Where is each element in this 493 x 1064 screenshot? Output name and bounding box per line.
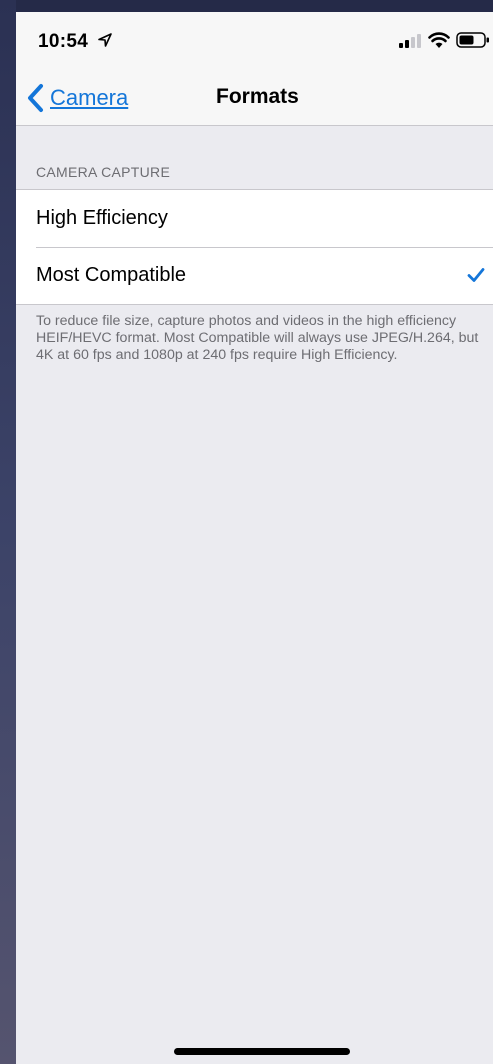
section-header: CAMERA CAPTURE: [36, 164, 171, 180]
battery-icon: [456, 32, 489, 48]
checkmark-icon: [467, 268, 485, 282]
location-arrow-icon: [98, 33, 112, 47]
chevron-left-icon: [28, 84, 43, 112]
option-most-compatible[interactable]: Most Compatible: [16, 247, 493, 304]
back-button-label: Camera: [50, 85, 129, 110]
option-high-efficiency[interactable]: High Efficiency: [16, 190, 493, 247]
page-title: Formats: [216, 85, 299, 108]
home-indicator[interactable]: [174, 1048, 350, 1055]
wifi-icon: [428, 32, 450, 48]
section-footer: To reduce file size, capture photos and …: [36, 313, 479, 363]
backdrop-left: [0, 0, 16, 1064]
backdrop-top: [0, 0, 493, 12]
status-time: 10:54: [38, 31, 89, 52]
back-button[interactable]: Camera: [26, 80, 128, 116]
top-bar: 10:54 Camera Formats: [16, 12, 493, 126]
cellular-signal-icon: [399, 34, 421, 48]
navigation-bar: Camera Formats: [16, 72, 493, 125]
status-bar: 10:54: [16, 12, 493, 72]
option-label: High Efficiency: [36, 207, 168, 229]
phone-screen: 10:54 Camera Formats CAMERA CAPTURE High…: [16, 12, 493, 1064]
format-options: High Efficiency Most Compatible: [16, 189, 493, 305]
option-label: Most Compatible: [36, 264, 187, 286]
